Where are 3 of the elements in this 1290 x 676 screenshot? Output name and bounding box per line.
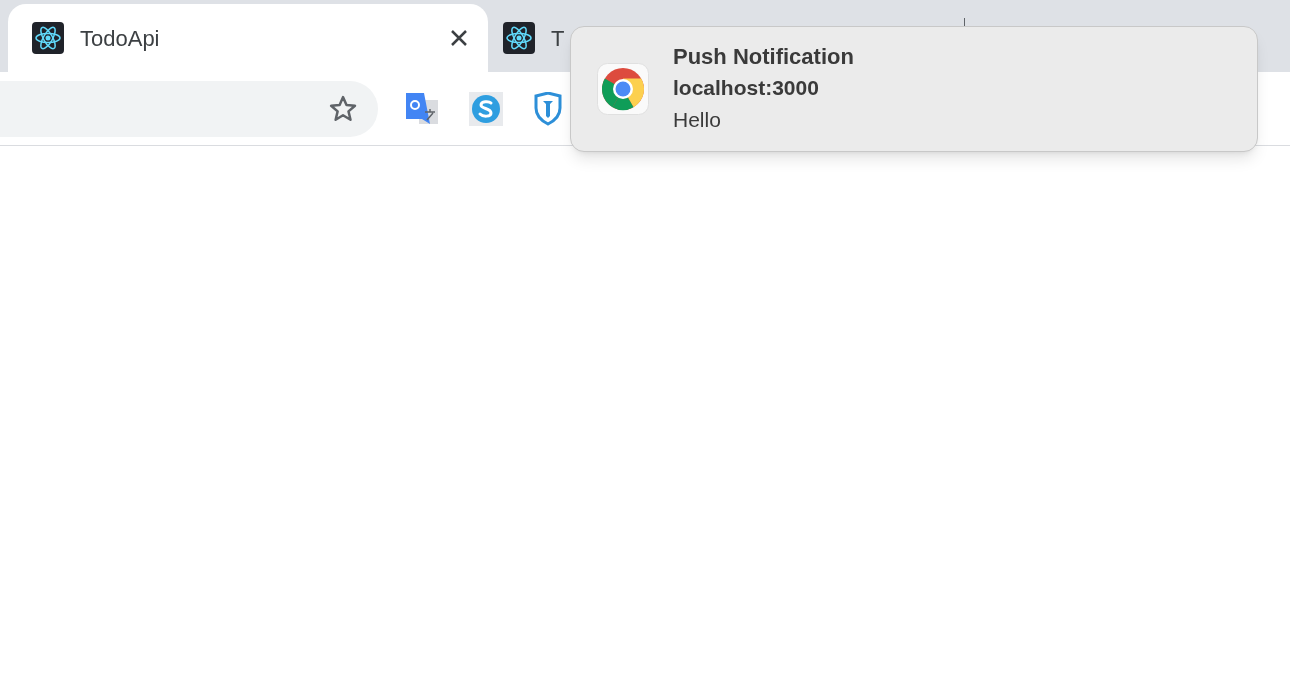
notification-body: Hello [673,107,722,133]
notification-origin: localhost:3000 [673,75,820,101]
notification-title: Push Notification [673,43,854,71]
